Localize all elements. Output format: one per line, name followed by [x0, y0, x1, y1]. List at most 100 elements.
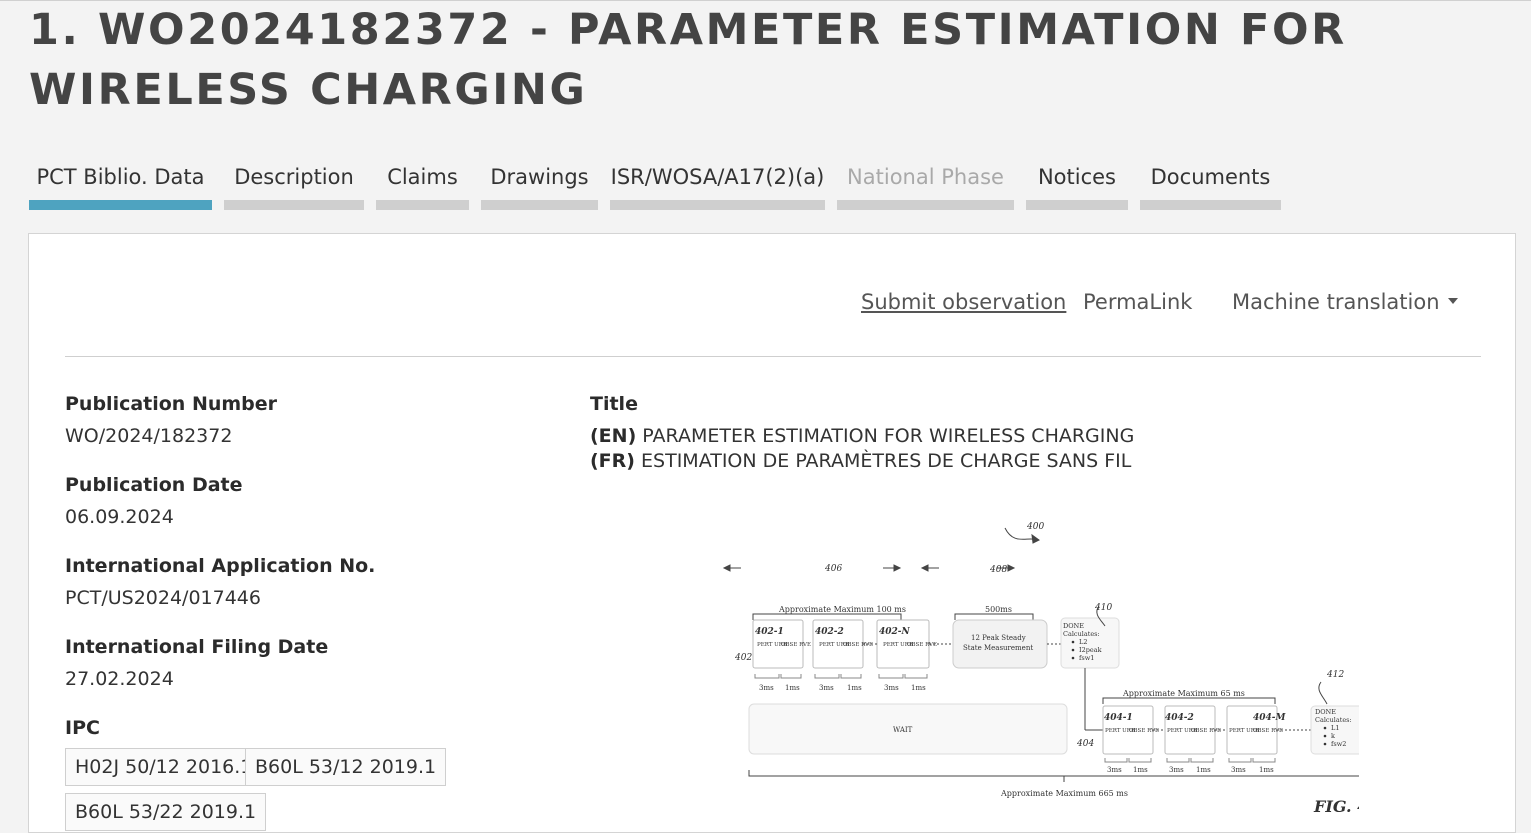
ref-400: 400	[1026, 522, 1044, 532]
section-divider	[65, 356, 1481, 357]
timing-ticks	[878, 674, 928, 679]
tab-pct-biblio-data[interactable]: PCT Biblio. Data	[29, 160, 212, 210]
ms-label: 1ms	[847, 684, 862, 692]
ref-402: 402	[734, 653, 752, 663]
arrowhead-icon	[893, 564, 902, 572]
tab-documents[interactable]: Documents	[1140, 160, 1281, 210]
ms-label: 1ms	[785, 684, 800, 692]
arrowhead-icon	[920, 564, 929, 572]
timing-ticks	[814, 674, 862, 679]
machine-translation-dropdown[interactable]: Machine translation	[1232, 288, 1458, 316]
ipc-code[interactable]: H02J 50/12 2016.1	[65, 748, 263, 786]
ms-label: 1ms	[911, 684, 926, 692]
block-label: 404-M	[1253, 713, 1287, 723]
publication-number-label: Publication Number	[65, 393, 278, 415]
submit-observation-link[interactable]: Submit observation	[861, 288, 1066, 316]
ipc-label: IPC	[65, 717, 100, 739]
bullet-icon	[1071, 640, 1075, 644]
publication-date-value: 06.09.2024	[65, 506, 174, 528]
machine-translation-label: Machine translation	[1232, 290, 1440, 314]
block-label: 404-1	[1104, 713, 1133, 723]
publication-date-label: Publication Date	[65, 474, 243, 496]
tab-label: Description	[234, 165, 354, 189]
patent-drawing-fig4[interactable]: 400 406 408 410 412 402 404 Approximate …	[709, 516, 1359, 826]
tab-label: PCT Biblio. Data	[36, 165, 205, 189]
tab-label: Documents	[1150, 165, 1271, 189]
permalink-link[interactable]: PermaLink	[1083, 288, 1192, 316]
bullet-icon	[1071, 656, 1075, 660]
ms-label: 3ms	[1107, 766, 1122, 774]
done-item: fsw2	[1331, 740, 1346, 748]
biblio-panel: Submit observation PermaLink Machine tra…	[28, 233, 1516, 833]
caret-down-icon	[1447, 298, 1458, 304]
tab-indicator	[1026, 200, 1128, 210]
arrowhead-icon	[1007, 564, 1016, 572]
title-fr-text: ESTIMATION DE PARAMÈTRES DE CHARGE SANS …	[641, 450, 1132, 472]
filing-date-label: International Filing Date	[65, 636, 329, 658]
ms-label: 3ms	[819, 684, 834, 692]
done-item: I2peak	[1079, 646, 1102, 654]
page-title: 1. WO2024182372 - PARAMETER ESTIMATION F…	[29, 5, 1347, 115]
ms-label: 1ms	[1259, 766, 1274, 774]
block-label: 402-N	[879, 627, 911, 637]
lang-code-fr: (FR)	[590, 450, 635, 472]
tab-label: Notices	[1037, 165, 1117, 189]
span-bracket	[1102, 697, 1276, 704]
tab-notices[interactable]: Notices	[1026, 160, 1128, 210]
timing-ticks	[754, 674, 802, 679]
tab-indicator	[1140, 200, 1281, 210]
done-item: fsw1	[1079, 654, 1094, 662]
tab-label: National Phase	[847, 165, 1004, 189]
obse-label: OBSE RVE	[781, 642, 811, 648]
ref-404: 404	[1076, 739, 1094, 749]
block-label: 402-1	[755, 627, 784, 637]
arrowhead-icon	[1031, 533, 1040, 544]
ref-408: 408	[989, 565, 1007, 575]
tab-national-phase: National Phase	[837, 160, 1014, 210]
done-title: DONE	[1315, 708, 1336, 716]
ipc-code[interactable]: B60L 53/12 2019.1	[245, 748, 447, 786]
ref-406: 406	[824, 564, 842, 574]
ms-label: 3ms	[1231, 766, 1246, 774]
tab-active-indicator	[29, 200, 212, 210]
title-label: Title	[590, 393, 638, 415]
ref-arrow	[1318, 681, 1328, 705]
span-bracket	[954, 613, 1034, 620]
ms-label: 3ms	[884, 684, 899, 692]
done-calc: Calculates:	[1063, 630, 1100, 638]
obse-label: OBSE RVE	[907, 642, 937, 648]
tab-isr-wosa[interactable]: ISR/WOSA/A17(2)(a)	[610, 160, 825, 210]
tab-drawings[interactable]: Drawings	[481, 160, 598, 210]
obse-label: OBSE RVE	[1191, 728, 1221, 734]
bullet-icon	[1323, 726, 1327, 730]
approx-100-label: Approximate Maximum 100 ms	[778, 605, 906, 614]
tab-indicator	[224, 200, 364, 210]
ms-label: 1ms	[1133, 766, 1148, 774]
tab-description[interactable]: Description	[224, 160, 364, 210]
done-calc: Calculates:	[1315, 716, 1352, 724]
block-label: 402-2	[815, 627, 844, 637]
done-title: DONE	[1063, 622, 1084, 630]
ref-412: 412	[1326, 670, 1344, 680]
ipc-code[interactable]: B60L 53/22 2019.1	[65, 793, 267, 831]
filing-date-value: 27.02.2024	[65, 668, 174, 690]
timing-ticks	[1228, 758, 1276, 763]
tab-indicator	[837, 200, 1014, 210]
tab-label: Drawings	[490, 165, 589, 189]
span-bracket	[752, 613, 902, 620]
ref-410: 410	[1094, 603, 1112, 613]
ms-label: 3ms	[759, 684, 774, 692]
approx-65-label: Approximate Maximum 65 ms	[1122, 689, 1245, 698]
timing-ticks	[1166, 758, 1214, 763]
tab-claims[interactable]: Claims	[376, 160, 469, 210]
publication-number-value: WO/2024/182372	[65, 425, 233, 447]
steady-label-line1: 12 Peak Steady	[971, 634, 1026, 642]
arrowhead-icon	[722, 564, 731, 572]
block-label: 404-2	[1165, 713, 1194, 723]
obse-label: OBSE RVE	[1129, 728, 1159, 734]
figure-caption: FIG. 4	[1313, 797, 1359, 816]
done-item: L2	[1079, 638, 1087, 646]
done-item: L1	[1331, 724, 1339, 732]
title-en: (EN) PARAMETER ESTIMATION FOR WIRELESS C…	[590, 424, 1134, 448]
ms-label: 3ms	[1169, 766, 1184, 774]
